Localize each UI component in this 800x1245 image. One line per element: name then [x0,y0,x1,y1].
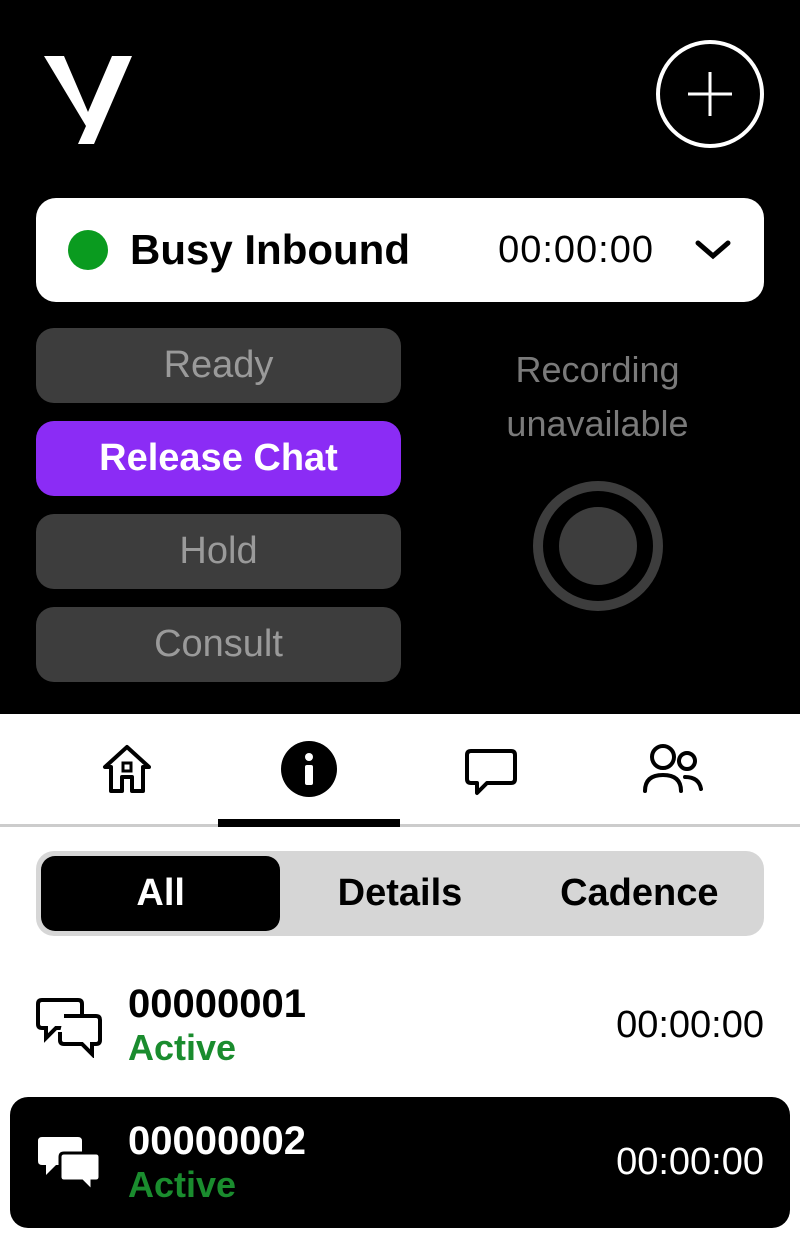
bottom-panel: All Details Cadence 00000001 Active 00:0… [0,714,800,1228]
list-item[interactable]: 00000002 Active 00:00:00 [10,1097,790,1228]
list-item-status: Active [128,1027,594,1069]
nav-tab-info[interactable] [218,714,400,824]
nav-tab-home[interactable] [36,714,218,824]
sub-tab-cadence[interactable]: Cadence [520,856,759,931]
status-indicator-dot [68,230,108,270]
status-timer: 00:00:00 [498,229,654,272]
home-icon [97,739,157,799]
status-bar[interactable]: Busy Inbound 00:00:00 [36,198,764,302]
nav-tabs [0,714,800,827]
ready-button[interactable]: Ready [36,328,401,403]
controls-row: Ready Release Chat Hold Consult Recordin… [36,328,764,682]
recording-panel: Recording unavailable [431,328,764,682]
chat-icon [461,739,521,799]
record-icon [559,507,637,585]
chat-bubbles-icon [36,994,106,1058]
list-item-id: 00000002 [128,1119,594,1164]
list-item-id: 00000001 [128,982,594,1027]
list-item-time: 00:00:00 [616,1141,764,1184]
action-buttons: Ready Release Chat Hold Consult [36,328,401,682]
top-panel: Busy Inbound 00:00:00 Ready Release Chat… [0,0,800,714]
nav-tab-people[interactable] [582,714,764,824]
release-chat-button[interactable]: Release Chat [36,421,401,496]
list-item-status: Active [128,1164,594,1206]
sub-tab-details[interactable]: Details [280,856,519,931]
add-button[interactable] [656,40,764,148]
chat-bubbles-icon [36,1131,106,1195]
list-item[interactable]: 00000001 Active 00:00:00 [10,960,790,1091]
list-item-time: 00:00:00 [616,1004,764,1047]
status-label: Busy Inbound [130,226,476,274]
plus-icon [682,66,738,122]
app-logo [36,44,136,144]
people-icon [641,739,705,799]
header-row [36,40,764,148]
info-icon [279,739,339,799]
recording-status-text: Recording unavailable [431,343,764,451]
nav-tab-chat[interactable] [400,714,582,824]
sub-tabs: All Details Cadence [36,851,764,936]
hold-button[interactable]: Hold [36,514,401,589]
record-button[interactable] [533,481,663,611]
list-item-info: 00000001 Active [128,982,594,1069]
chevron-down-icon [694,239,732,261]
consult-button[interactable]: Consult [36,607,401,682]
list-item-info: 00000002 Active [128,1119,594,1206]
sub-tab-all[interactable]: All [41,856,280,931]
interaction-list: 00000001 Active 00:00:00 00000002 Active… [0,960,800,1228]
